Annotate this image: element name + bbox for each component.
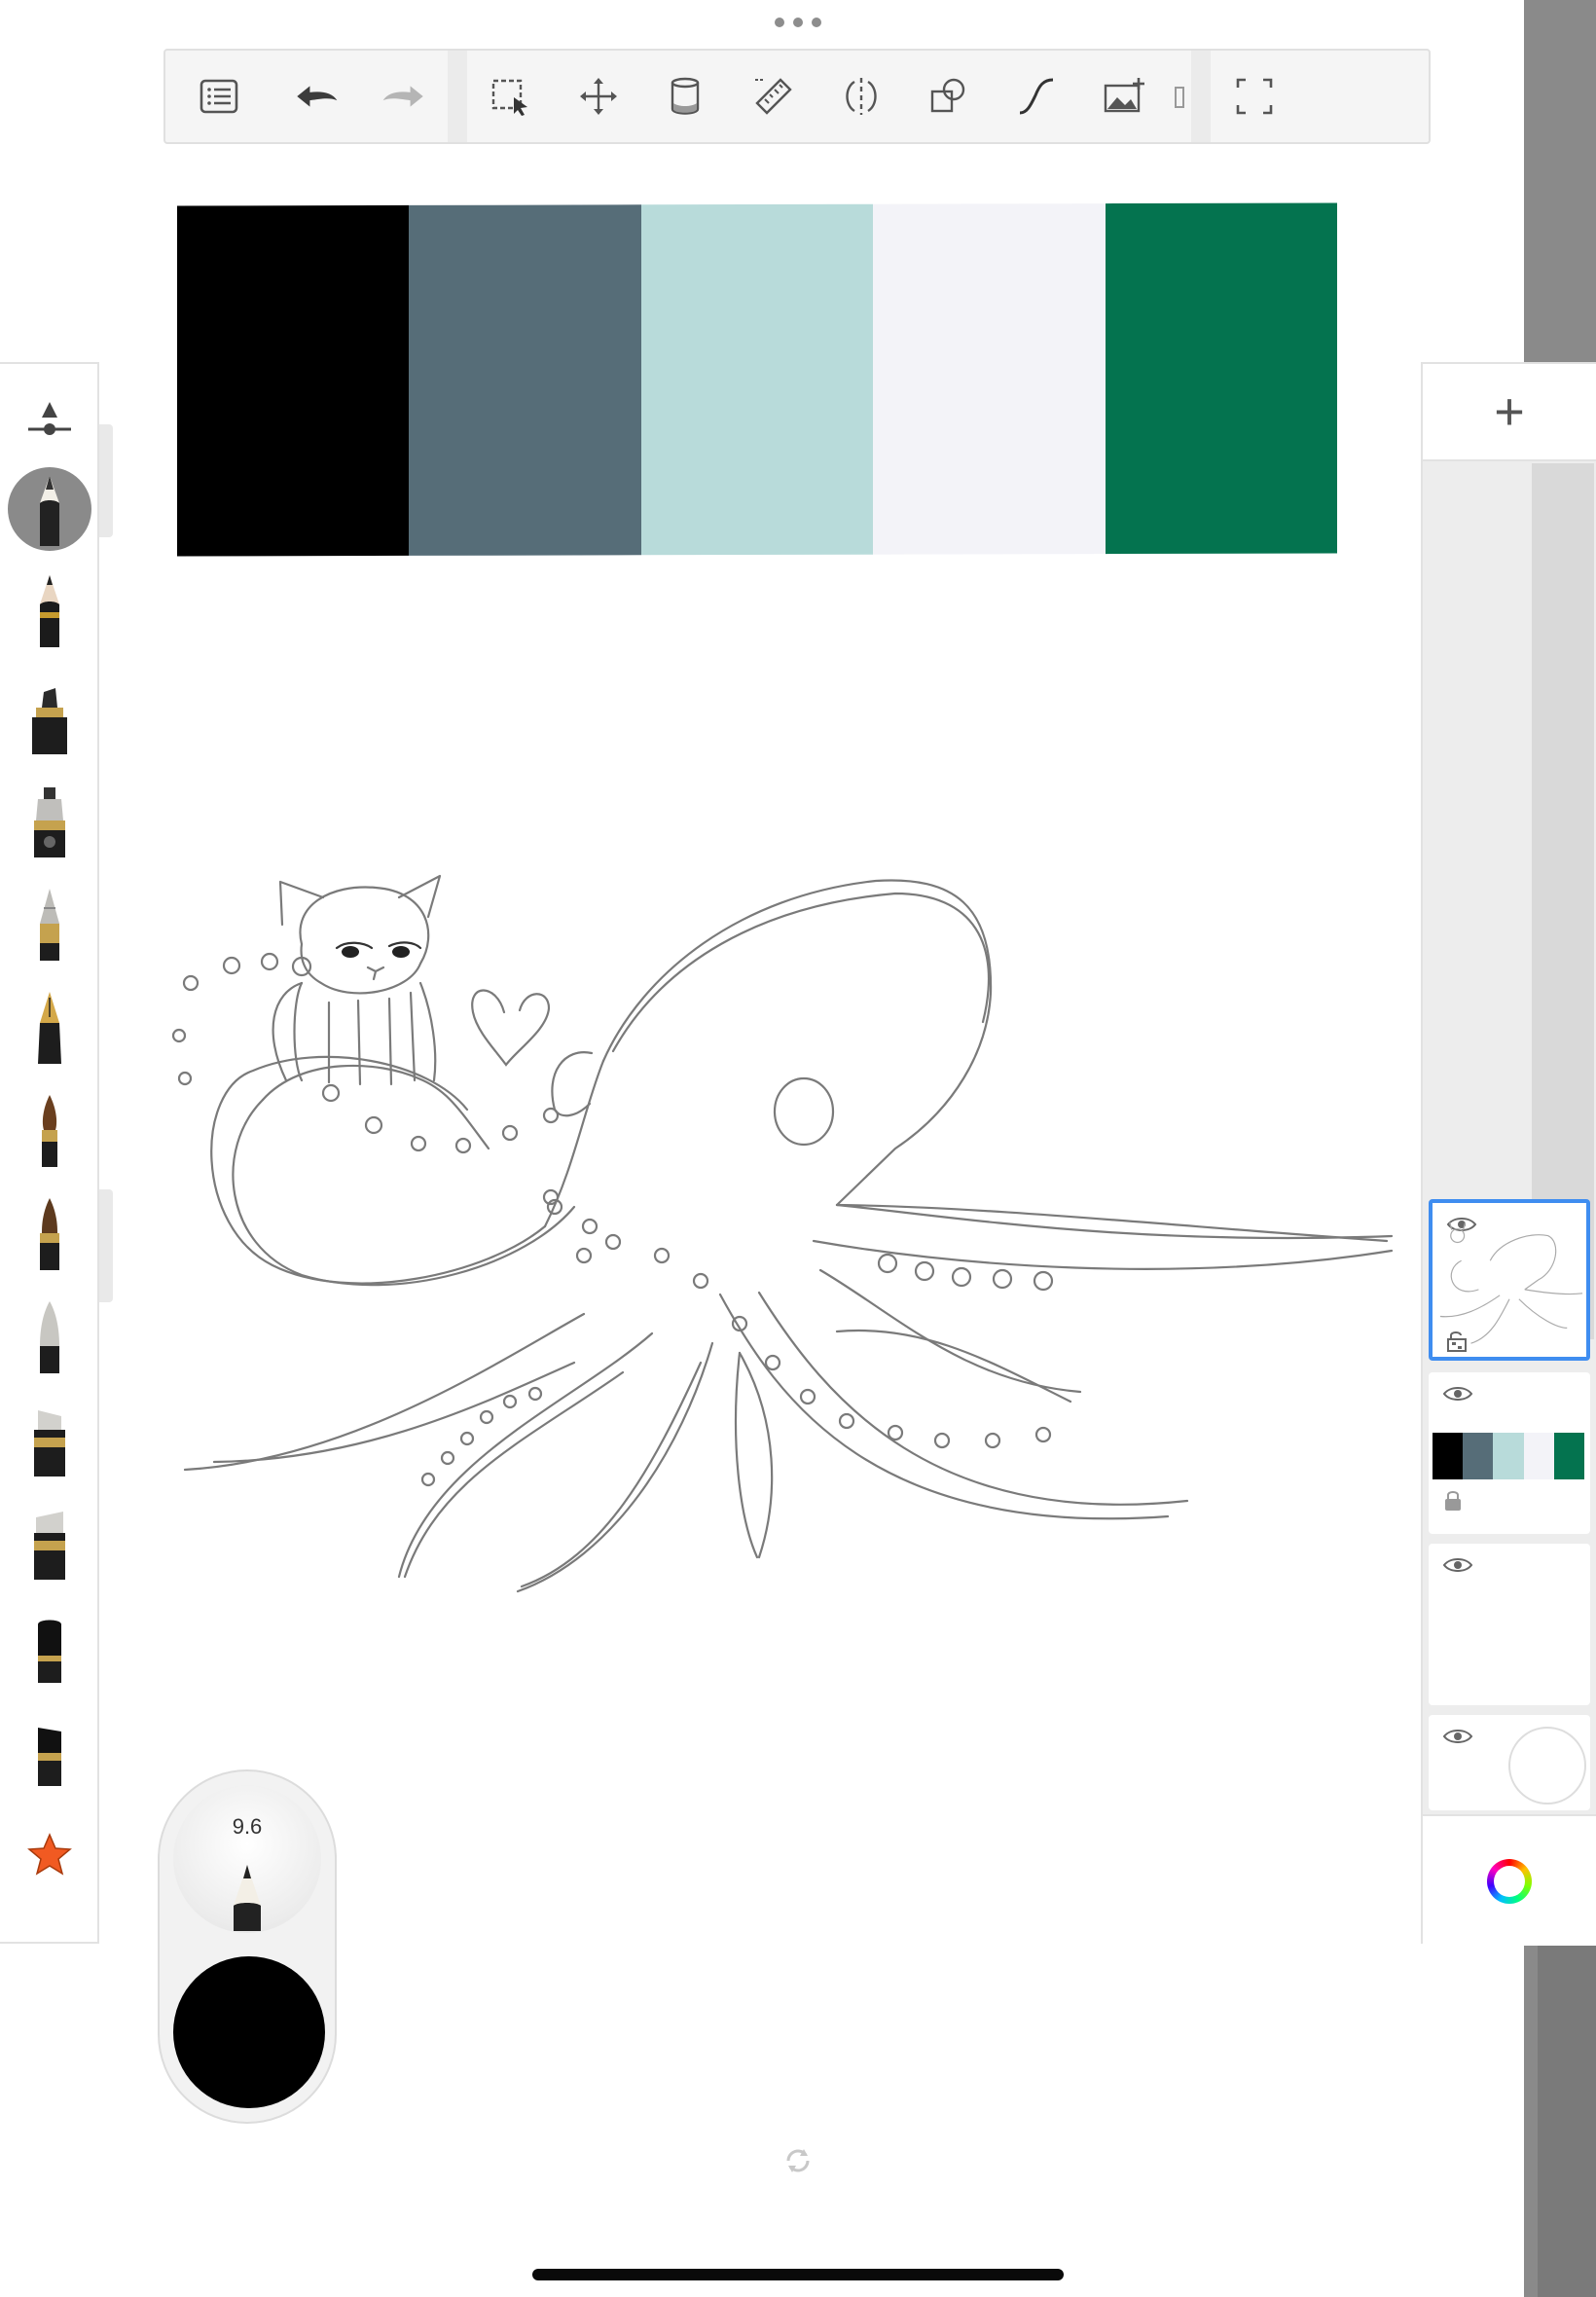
brush-ballpoint[interactable]: [6, 880, 93, 967]
brush-ink-pen[interactable]: [6, 777, 93, 864]
mini-swatch: [1523, 1433, 1554, 1479]
add-image-button[interactable]: [1080, 51, 1168, 142]
unlock-icon[interactable]: [1446, 1330, 1468, 1353]
nib-pen-icon: [38, 992, 61, 1064]
eye-icon[interactable]: [1442, 1384, 1473, 1404]
brush-paint-brush[interactable]: [6, 1086, 93, 1174]
brush-ink-brush[interactable]: [6, 1189, 93, 1277]
pencil-icon: [40, 575, 59, 647]
home-indicator[interactable]: [532, 2269, 1064, 2280]
more-tools-icon: [1175, 87, 1184, 108]
swatch-mint: [640, 203, 874, 556]
flat-marker-icon: [38, 1620, 61, 1683]
chisel-marker-icon: [34, 1410, 65, 1477]
paint-brush-icon: [42, 1095, 57, 1167]
mini-swatch: [1433, 1433, 1464, 1479]
stroke-button[interactable]: [993, 51, 1080, 142]
undo-button[interactable]: [272, 51, 360, 142]
layers-panel: +: [1421, 362, 1596, 1946]
brush-flat-marker[interactable]: [6, 1602, 93, 1690]
fullscreen-button[interactable]: [1211, 51, 1298, 142]
move-icon: [580, 78, 617, 115]
list-icon: [200, 79, 238, 114]
color-wheel-button[interactable]: [1423, 1814, 1596, 1946]
layer-thumbnail: [1433, 1433, 1585, 1479]
wide-marker-icon: [34, 1512, 65, 1580]
current-color-swatch[interactable]: [173, 1956, 325, 2108]
ballpoint-icon: [40, 889, 59, 961]
layer-empty[interactable]: [1429, 1544, 1590, 1705]
shapes-icon: [930, 78, 965, 113]
octopus-sketch: [171, 874, 1394, 1593]
more-tools-button[interactable]: [1168, 51, 1191, 142]
brush-nib-pen[interactable]: [6, 983, 93, 1071]
layers-list-button[interactable]: [165, 51, 272, 142]
background-color-circle: [1508, 1727, 1586, 1805]
swatch-slate: [409, 204, 641, 556]
image-add-icon: [1104, 78, 1144, 113]
swatch-black: [177, 204, 410, 557]
brush-marker[interactable]: [6, 674, 93, 761]
swatch-green: [1105, 202, 1338, 555]
toolbar-separator: [1191, 51, 1211, 142]
rail-tab-upper[interactable]: [99, 424, 113, 537]
eye-icon[interactable]: [1442, 1727, 1473, 1746]
brush-puck[interactable]: 9.6: [158, 1769, 337, 2124]
mini-swatch: [1463, 1433, 1494, 1479]
curve-icon: [1019, 78, 1054, 115]
top-toolbar: [163, 49, 1431, 144]
redo-button[interactable]: [360, 51, 448, 142]
redo-icon: [382, 86, 423, 107]
eye-icon[interactable]: [1442, 1555, 1473, 1575]
fullscreen-icon: [1236, 78, 1273, 115]
selection-icon: [491, 79, 527, 116]
brush-pencil-selected[interactable]: [6, 465, 93, 553]
ink-brush-icon: [40, 1198, 59, 1270]
brush-chisel-marker[interactable]: [6, 1396, 93, 1483]
sketch-app: + 9.6: [0, 0, 1596, 2297]
layer-sketch[interactable]: [1429, 1199, 1590, 1361]
color-palette-swatches: [177, 202, 1338, 557]
airbrush-icon: [40, 1301, 59, 1373]
brush-pencil[interactable]: [6, 566, 93, 654]
ruler-icon: [755, 78, 792, 115]
brush-size-icon: [28, 402, 71, 435]
add-layer-label: +: [1494, 383, 1525, 441]
selection-button[interactable]: [467, 51, 555, 142]
symmetry-button[interactable]: [817, 51, 905, 142]
ink-pen-icon: [34, 787, 65, 857]
marker-icon: [32, 688, 67, 754]
fill-bucket-icon: [671, 77, 700, 115]
undo-icon: [297, 86, 338, 107]
add-layer-button[interactable]: +: [1423, 364, 1596, 461]
layer-palette[interactable]: [1429, 1372, 1590, 1534]
layer-background[interactable]: [1429, 1715, 1590, 1810]
lock-icon[interactable]: [1442, 1489, 1464, 1513]
color-wheel-icon: [1487, 1858, 1532, 1904]
rail-tab-lower[interactable]: [99, 1189, 113, 1302]
toolbar-drag-handle[interactable]: [775, 16, 821, 29]
eraser-icon: [38, 1728, 61, 1786]
swatch-offwhite: [873, 203, 1106, 555]
ruler-button[interactable]: [730, 51, 817, 142]
pencil-icon: [234, 1865, 261, 1931]
brush-palette: [0, 362, 99, 1944]
fill-button[interactable]: [642, 51, 730, 142]
shapes-button[interactable]: [905, 51, 993, 142]
brush-airbrush[interactable]: [6, 1293, 93, 1380]
brush-eraser[interactable]: [6, 1705, 93, 1793]
favorites-button[interactable]: [6, 1808, 93, 1896]
toolbar-separator: [448, 51, 467, 142]
brush-size-slider[interactable]: [6, 380, 93, 467]
star-icon: [27, 1833, 72, 1876]
mini-swatch: [1493, 1433, 1524, 1479]
pencil-icon: [40, 476, 59, 546]
brush-size-dial[interactable]: 9.6: [173, 1785, 321, 1933]
sync-icon: [786, 2149, 810, 2172]
mini-swatch: [1553, 1433, 1585, 1479]
symmetry-icon: [846, 78, 877, 115]
transform-button[interactable]: [555, 51, 642, 142]
brush-wide-marker[interactable]: [6, 1499, 93, 1586]
brush-size-value: 9.6: [232, 1814, 263, 1839]
